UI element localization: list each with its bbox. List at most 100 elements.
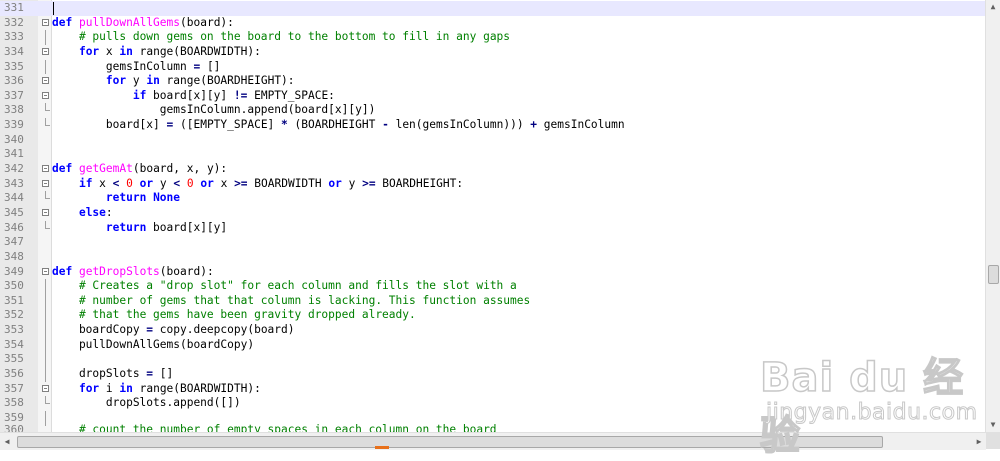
- fold-toggle-icon[interactable]: [40, 177, 51, 192]
- code-token: BOARDHEIGHT:: [375, 176, 464, 190]
- scroll-down-arrow-icon[interactable]: ▼: [986, 418, 1000, 432]
- code-line[interactable]: 352 # that the gems have been gravity dr…: [0, 308, 986, 323]
- code-token: x: [92, 176, 113, 190]
- code-line[interactable]: 349 def getDropSlots(board):: [0, 265, 986, 280]
- code-text: # Creates a "drop slot" for each column …: [52, 279, 517, 294]
- code-line[interactable]: 338 gemsInColumn.append(board[x][y]): [0, 103, 986, 118]
- code-line[interactable]: 345 else:: [0, 206, 986, 221]
- code-line[interactable]: 357 for i in range(BOARDWIDTH):: [0, 382, 986, 397]
- code-line[interactable]: 353 boardCopy = copy.deepcopy(board): [0, 323, 986, 338]
- code-token: gemsInColumn: [537, 118, 625, 132]
- code-token: >=: [362, 176, 376, 190]
- fold-toggle-icon[interactable]: [40, 382, 51, 397]
- line-number: 347: [4, 235, 24, 249]
- scroll-right-arrow-icon[interactable]: ▶: [972, 433, 986, 450]
- scroll-up-arrow-icon[interactable]: ▲: [986, 0, 1000, 14]
- code-text: boardCopy = copy.deepcopy(board): [52, 323, 295, 338]
- line-number: 351: [4, 293, 24, 307]
- code-text: # count the number of empty spaces in ea…: [52, 423, 497, 432]
- code-line[interactable]: 337 if board[x][y] != EMPTY_SPACE:: [0, 89, 986, 104]
- code-line[interactable]: 343 if x < 0 or y < 0 or x >= BOARDWIDTH…: [0, 177, 986, 192]
- code-token: *: [281, 118, 288, 132]
- code-line[interactable]: 336 for y in range(BOARDHEIGHT):: [0, 74, 986, 89]
- code-token: pullDownAllGems(boardCopy): [52, 337, 255, 351]
- scroll-left-arrow-icon[interactable]: ◀: [0, 433, 14, 450]
- fold-guide: [40, 147, 51, 162]
- code-line[interactable]: 350 # Creates a "drop slot" for each col…: [0, 279, 986, 294]
- code-text: return board[x][y]: [52, 221, 227, 236]
- code-line[interactable]: 344 return None: [0, 191, 986, 206]
- code-token: boardCopy: [52, 323, 147, 337]
- code-line[interactable]: 332 def pullDownAllGems(board):: [0, 16, 986, 31]
- fold-toggle-icon[interactable]: [40, 45, 51, 60]
- code-token: y: [126, 74, 147, 88]
- fold-toggle-icon[interactable]: [40, 16, 51, 31]
- vertical-scroll-thumb[interactable]: [988, 265, 999, 284]
- line-number: 352: [4, 308, 24, 322]
- vertical-scrollbar[interactable]: ▲ ▼: [985, 0, 1000, 432]
- code-token: range(BOARDWIDTH):: [132, 381, 261, 395]
- code-editor[interactable]: 331 332 def pullDownAllGems(board): 333 # p…: [0, 0, 986, 432]
- line-number: 339: [4, 118, 24, 132]
- code-line[interactable]: 334 for x in range(BOARDWIDTH):: [0, 45, 986, 60]
- horizontal-scroll-thumb[interactable]: [17, 436, 883, 448]
- fold-toggle-icon[interactable]: [40, 89, 51, 104]
- code-line[interactable]: 351 # number of gems that that column is…: [0, 293, 986, 309]
- fold-toggle-icon[interactable]: [40, 74, 51, 89]
- fold-guide: [40, 323, 51, 338]
- code-token: def: [52, 264, 73, 278]
- code-line[interactable]: 342 def getGemAt(board, x, y):: [0, 162, 986, 177]
- code-token: range(BOARDHEIGHT):: [159, 74, 295, 88]
- code-text: gemsInColumn.append(board[x][y]): [52, 103, 376, 118]
- function-name: pullDownAllGems: [78, 15, 181, 29]
- code-line[interactable]: 356 dropSlots = []: [0, 367, 986, 382]
- code-token: (BOARDHEIGHT: [287, 118, 383, 132]
- line-number: 340: [4, 132, 24, 146]
- fold-toggle-icon[interactable]: [40, 162, 51, 177]
- line-number: 360: [4, 423, 24, 432]
- fold-guide: [40, 191, 51, 206]
- fold-toggle-icon[interactable]: [40, 206, 51, 221]
- code-line[interactable]: 355: [0, 352, 986, 367]
- code-token: def: [52, 162, 73, 176]
- code-text: pullDownAllGems(boardCopy): [52, 338, 254, 353]
- comment: # pulls down gems on the board to the bo…: [78, 30, 511, 44]
- code-line[interactable]: 354 pullDownAllGems(boardCopy): [0, 337, 986, 353]
- code-lines[interactable]: 331 332 def pullDownAllGems(board): 333 # p…: [0, 1, 986, 426]
- code-line[interactable]: 335 gemsInColumn = []: [0, 59, 986, 75]
- line-number: 355: [4, 352, 24, 366]
- comment: # number of gems that that column is lac…: [78, 293, 531, 307]
- code-line[interactable]: 340: [0, 133, 986, 148]
- line-number: 342: [4, 162, 24, 176]
- horizontal-scrollbar[interactable]: ◀ ▶: [0, 432, 986, 450]
- code-token: >=: [234, 176, 248, 190]
- code-line[interactable]: 341: [0, 147, 986, 162]
- fold-guide: [40, 279, 51, 294]
- code-text: if board[x][y] != EMPTY_SPACE:: [52, 89, 335, 104]
- code-line[interactable]: 348: [0, 250, 986, 265]
- code-line[interactable]: 339 board[x] = ([EMPTY_SPACE] * (BOARDHE…: [0, 118, 986, 133]
- code-token: copy.deepcopy(board): [153, 323, 295, 337]
- code-token: for: [78, 381, 100, 395]
- code-line[interactable]: 347: [0, 235, 986, 250]
- code-line[interactable]: 331: [0, 1, 986, 16]
- code-line[interactable]: 358 dropSlots.append([]): [0, 396, 986, 411]
- code-line[interactable]: 333 # pulls down gems on the board to th…: [0, 30, 986, 45]
- fold-toggle-icon[interactable]: [40, 265, 51, 280]
- code-token: -: [382, 118, 389, 132]
- code-text: board[x] = ([EMPTY_SPACE] * (BOARDHEIGHT…: [52, 118, 625, 133]
- code-token: in: [119, 381, 133, 395]
- code-text: def getDropSlots(board):: [52, 265, 214, 280]
- line-number: 332: [4, 15, 24, 29]
- line-number: 331: [4, 1, 24, 14]
- code-line[interactable]: 346 return board[x][y]: [0, 220, 986, 236]
- line-number: 338: [4, 103, 24, 117]
